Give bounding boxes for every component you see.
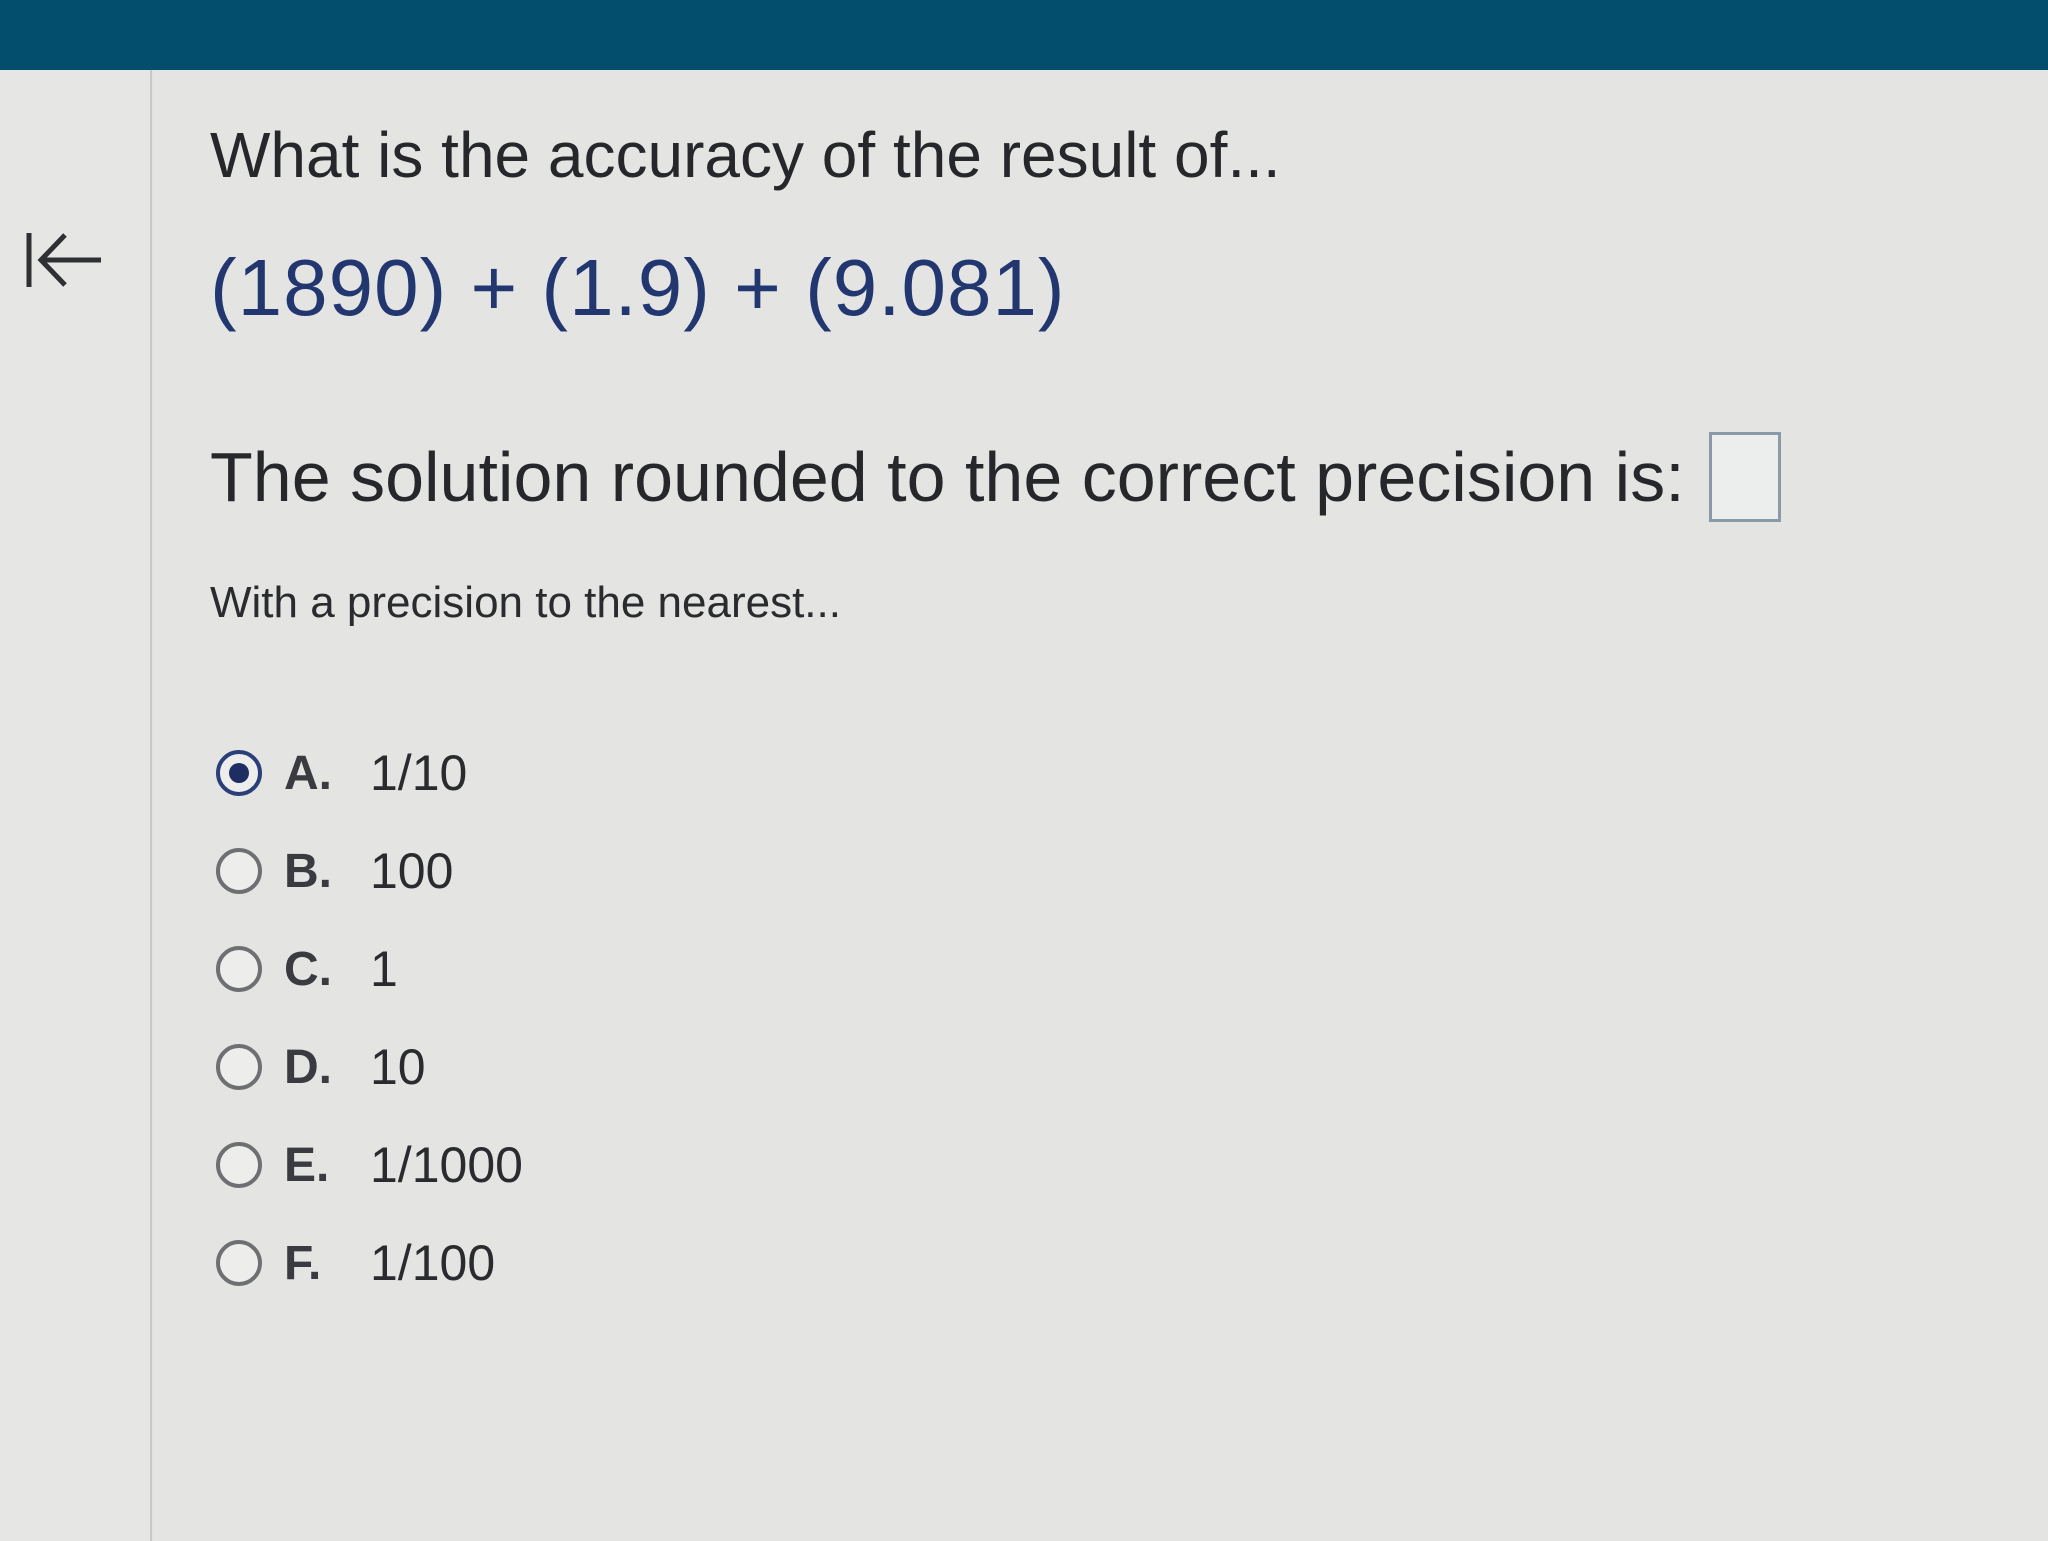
- radio-button-selected[interactable]: [216, 750, 262, 796]
- radio-button[interactable]: [216, 1044, 262, 1090]
- radio-button[interactable]: [216, 946, 262, 992]
- option-value: 1/10: [370, 745, 468, 801]
- math-expression: (1890) + (1.9) + (9.081): [210, 243, 1066, 332]
- option-value: 1/100: [370, 1235, 496, 1291]
- precision-prompt: With a precision to the nearest...: [210, 578, 841, 627]
- option-letter: B.: [284, 844, 332, 898]
- left-rail: [0, 70, 152, 1541]
- option-letter: A.: [284, 746, 332, 800]
- radio-dot: [229, 763, 249, 783]
- solution-row: The solution rounded to the correct prec…: [210, 432, 1781, 522]
- option-value: 1: [370, 941, 398, 997]
- radio-button[interactable]: [216, 1240, 262, 1286]
- option-value: 100: [370, 843, 454, 899]
- top-bar: [0, 0, 2048, 70]
- option-a[interactable]: A. 1/10: [216, 724, 916, 822]
- option-value: 10: [370, 1039, 426, 1095]
- option-letter: C.: [284, 942, 332, 996]
- option-letter: D.: [284, 1040, 332, 1094]
- question-panel: What is the accuracy of the result of...…: [154, 70, 2048, 1541]
- option-value: 1/1000: [370, 1137, 523, 1193]
- solution-prompt: The solution rounded to the correct prec…: [210, 438, 1685, 516]
- option-d[interactable]: D. 10: [216, 1018, 916, 1116]
- option-c[interactable]: C. 1: [216, 920, 916, 1018]
- option-letter: E.: [284, 1138, 330, 1192]
- radio-button[interactable]: [216, 848, 262, 894]
- option-b[interactable]: B. 100: [216, 822, 916, 920]
- option-f[interactable]: F. 1/100: [216, 1214, 916, 1312]
- option-letter: F.: [284, 1236, 322, 1290]
- answer-input-box[interactable]: [1708, 432, 1781, 522]
- radio-button[interactable]: [216, 1142, 262, 1188]
- collapse-left-arrow-icon: [26, 233, 101, 287]
- collapse-back-button[interactable]: [18, 220, 108, 300]
- option-e[interactable]: E. 1/1000: [216, 1116, 916, 1214]
- answer-options: A. 1/10 B. 100 C. 1 D. 10 E. 1/1000 F. 1…: [216, 724, 916, 1312]
- question-title: What is the accuracy of the result of...: [210, 119, 1281, 191]
